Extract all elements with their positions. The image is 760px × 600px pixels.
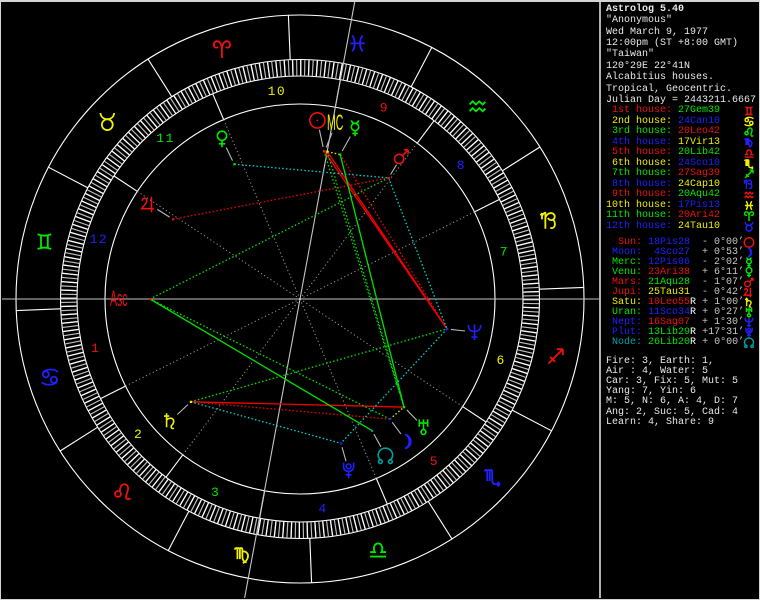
svg-text:8: 8 — [457, 158, 466, 173]
svg-text:10: 10 — [268, 84, 287, 99]
svg-text:6: 6 — [496, 353, 505, 368]
svg-text:9: 9 — [380, 100, 389, 115]
svg-text:11: 11 — [156, 131, 175, 146]
svg-text:4: 4 — [318, 501, 327, 516]
svg-text:2: 2 — [134, 427, 143, 442]
svg-text:5: 5 — [430, 454, 439, 469]
svg-text:3: 3 — [211, 485, 220, 500]
svg-text:7: 7 — [500, 244, 509, 259]
svg-text:MC: MC — [327, 110, 343, 136]
svg-text:12: 12 — [90, 232, 109, 247]
svg-text:1: 1 — [91, 341, 100, 356]
svg-text:Asc: Asc — [110, 286, 128, 312]
